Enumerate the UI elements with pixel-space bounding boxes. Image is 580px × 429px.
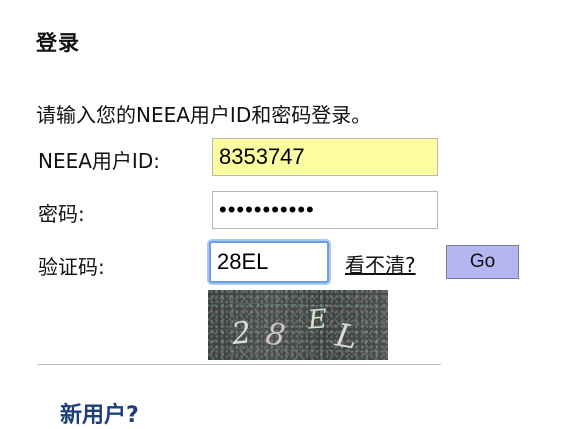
svg-text:L: L [332,315,361,356]
user-id-field[interactable]: 8353747 [212,138,438,176]
login-instruction: 请输入您的NEEA用户ID和密码登录。 [36,103,372,127]
section-divider [38,364,441,365]
refresh-captcha-link[interactable]: 看不清? [345,249,416,278]
captcha-value: 28EL [217,249,269,274]
captcha-image[interactable]: 2 8 E L [208,290,388,360]
user-id-value: 8353747 [219,144,305,169]
captcha-label: 验证码: [38,255,105,279]
captcha-noise-graphic: 2 8 E L [208,290,388,360]
password-field[interactable]: ••••••••••• [212,191,438,229]
svg-text:E: E [306,304,328,335]
password-value: ••••••••••• [219,197,315,222]
user-id-label: NEEA用户ID: [38,149,160,173]
go-button[interactable]: Go [446,245,519,279]
svg-text:2: 2 [229,315,253,352]
password-label: 密码: [38,202,85,226]
login-heading: 登录 [36,31,80,55]
captcha-field[interactable]: 28EL [209,241,329,283]
svg-text:8: 8 [264,316,288,353]
new-user-heading: 新用户? [60,403,139,428]
